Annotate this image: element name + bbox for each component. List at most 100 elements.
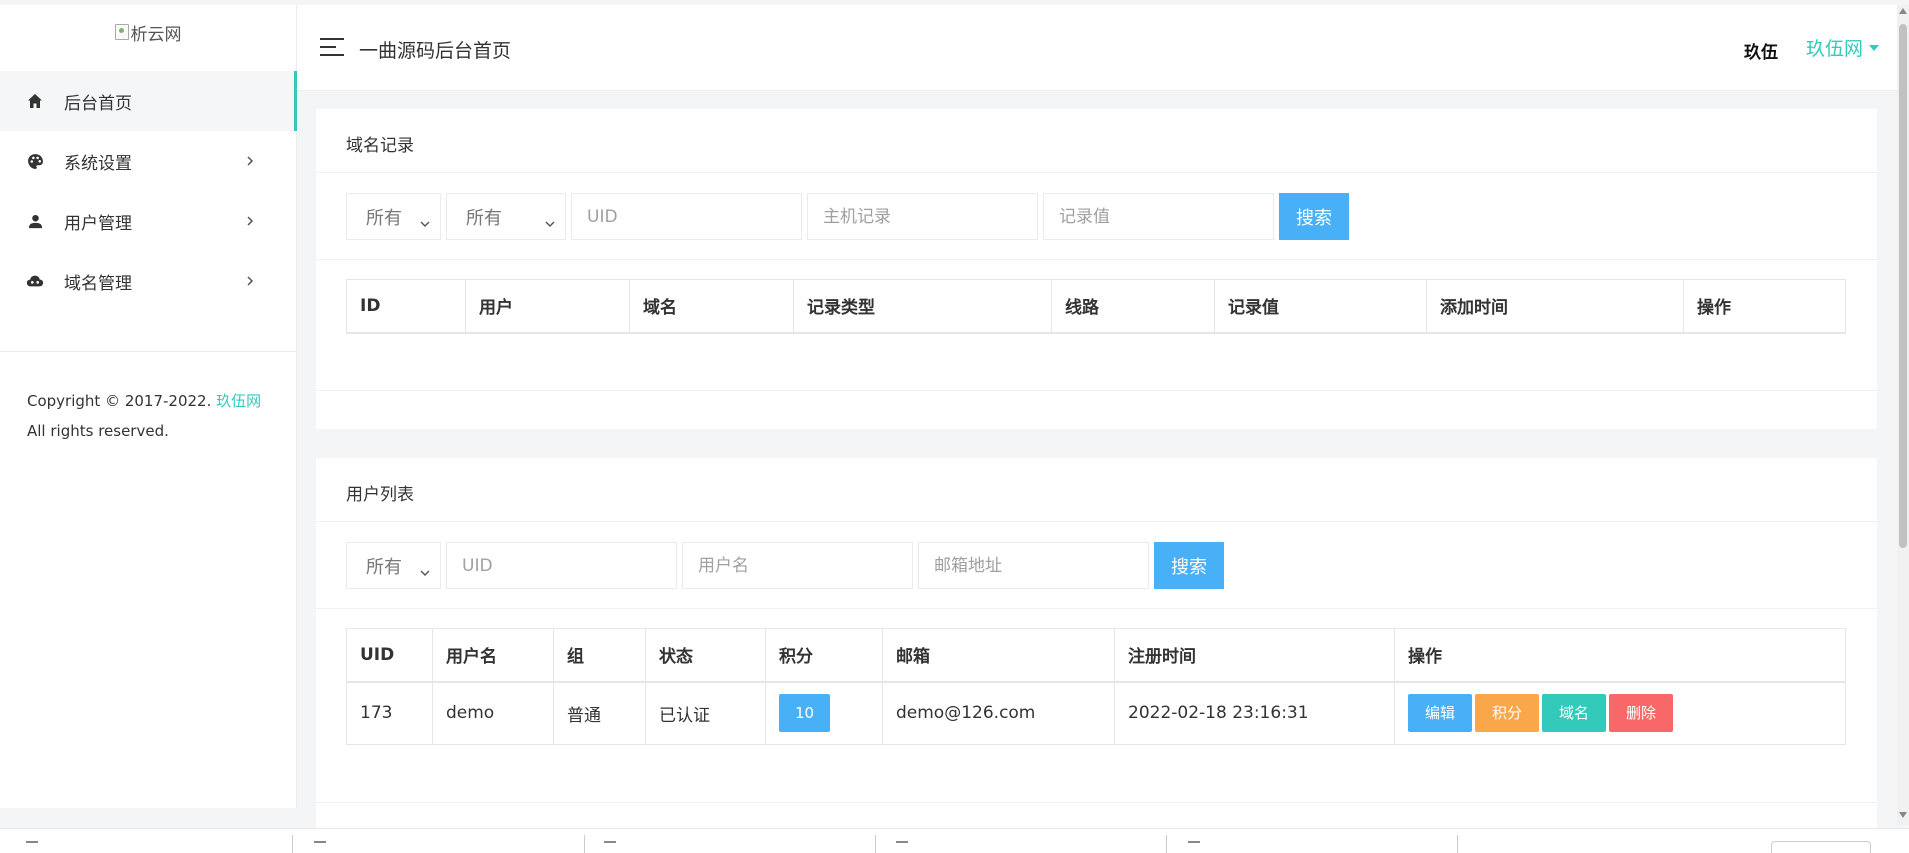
card-divider xyxy=(316,802,1877,803)
edit-button[interactable]: 编辑 xyxy=(1408,694,1472,733)
copyright-prefix: Copyright © 2017-2022. xyxy=(27,392,217,410)
site-dropdown-label: 玖伍网 xyxy=(1806,38,1864,60)
table-header-row: ID 用户 域名 记录类型 线路 记录值 添加时间 操作 xyxy=(346,279,1846,334)
column-header: UID xyxy=(346,628,433,683)
column-header: 邮箱 xyxy=(882,628,1115,683)
scrollbar-thumb[interactable] xyxy=(1899,24,1907,548)
sidebar-item-home[interactable]: 后台首页 xyxy=(0,71,297,131)
user-filter-row: 所有 搜索 xyxy=(346,542,1224,589)
cloud-icon xyxy=(26,272,44,290)
domain-host-input[interactable] xyxy=(807,193,1038,240)
column-header: 添加时间 xyxy=(1426,279,1684,334)
user-uid-input[interactable] xyxy=(446,542,677,589)
column-header: 操作 xyxy=(1394,628,1846,683)
user-filter-select[interactable]: 所有 xyxy=(346,542,441,589)
user-icon xyxy=(26,212,44,230)
cell-actions: 编辑 积分 域名 删除 xyxy=(1394,681,1846,745)
username-input[interactable] xyxy=(682,542,913,589)
sidebar-item-label: 后台首页 xyxy=(64,93,132,114)
domain-uid-input[interactable] xyxy=(571,193,802,240)
palette-icon xyxy=(26,152,44,170)
column-header: 记录值 xyxy=(1214,279,1427,334)
column-header: ID xyxy=(346,279,466,334)
stat-divider xyxy=(875,835,876,853)
table-header-row: UID 用户名 组 状态 积分 邮箱 注册时间 操作 xyxy=(346,628,1846,683)
copyright: Copyright © 2017-2022. 玖伍网 All rights re… xyxy=(0,352,296,446)
stat-icon xyxy=(604,841,616,843)
sidebar-item-user-management[interactable]: 用户管理 xyxy=(0,191,296,251)
logo-alt-text: 析云网 xyxy=(130,24,182,45)
home-icon xyxy=(26,92,44,110)
stat-icon xyxy=(1188,841,1200,843)
domain-value-input[interactable] xyxy=(1043,193,1274,240)
delete-button[interactable]: 删除 xyxy=(1609,694,1673,733)
column-header: 域名 xyxy=(629,279,794,334)
scroll-down-arrow-icon[interactable] xyxy=(1899,812,1907,818)
stat-divider xyxy=(1166,835,1167,853)
user-name[interactable]: 玖伍 xyxy=(1744,38,1778,63)
card-divider xyxy=(316,259,1877,260)
sidebar-item-label: 域名管理 xyxy=(64,273,132,294)
hamburger-menu-icon[interactable] xyxy=(320,37,346,57)
stat-divider xyxy=(584,835,585,853)
cell-status: 已认证 xyxy=(645,681,766,745)
user-search-button[interactable]: 搜索 xyxy=(1154,542,1224,589)
stat-icon xyxy=(26,841,38,843)
stat-divider xyxy=(292,835,293,853)
cell-uid: 173 xyxy=(346,681,433,745)
card-divider xyxy=(316,608,1877,609)
cell-registered: 2022-02-18 23:16:31 xyxy=(1114,681,1395,745)
chevron-right-icon xyxy=(242,213,258,229)
points-badge[interactable]: 10 xyxy=(779,694,830,733)
copyright-link[interactable]: 玖伍网 xyxy=(216,392,261,410)
sidebar-item-system-settings[interactable]: 系统设置 xyxy=(0,131,296,191)
domain-records-card: 域名记录 所有 所有 搜索 ID 用户 域名 记录类型 线路 记录值 添加时间 … xyxy=(316,109,1877,429)
column-header: 用户名 xyxy=(432,628,554,683)
sidebar-bottom-strip xyxy=(0,808,297,828)
chevron-down-icon xyxy=(545,213,555,227)
domain-button[interactable]: 域名 xyxy=(1542,694,1606,733)
column-header: 操作 xyxy=(1683,279,1846,334)
user-list-table: UID 用户名 组 状态 积分 邮箱 注册时间 操作 173 demo 普通 已… xyxy=(346,628,1846,745)
logo[interactable]: 析云网 xyxy=(0,5,296,71)
column-header: 组 xyxy=(553,628,646,683)
points-button[interactable]: 积分 xyxy=(1475,694,1539,733)
column-header: 用户 xyxy=(465,279,630,334)
bottom-stat-strip xyxy=(0,828,1909,853)
domain-filter-select-2[interactable]: 所有 xyxy=(446,193,566,240)
copyright-suffix: All rights reserved. xyxy=(27,422,169,440)
column-header: 记录类型 xyxy=(793,279,1052,334)
stat-icon xyxy=(314,841,326,843)
caret-down-icon xyxy=(1869,44,1880,51)
cell-points: 10 xyxy=(765,681,883,745)
email-input[interactable] xyxy=(918,542,1149,589)
chevron-down-icon xyxy=(420,213,430,227)
broken-image-icon xyxy=(114,24,129,40)
chevron-right-icon xyxy=(242,273,258,289)
column-header: 线路 xyxy=(1051,279,1215,334)
top-header: 一曲源码后台首页 玖伍 玖伍网 xyxy=(297,5,1897,91)
column-header: 注册时间 xyxy=(1114,628,1395,683)
domain-filter-select-1[interactable]: 所有 xyxy=(346,193,441,240)
card-title: 用户列表 xyxy=(316,458,1877,522)
stat-divider xyxy=(1457,835,1458,853)
sidebar: 析云网 后台首页 系统设置 用户管理 域名管理 Copyright © 2017… xyxy=(0,5,297,809)
sidebar-item-domain-management[interactable]: 域名管理 xyxy=(0,251,296,311)
cell-email: demo@126.com xyxy=(882,681,1115,745)
sidebar-item-label: 用户管理 xyxy=(64,213,132,234)
stat-icon xyxy=(896,841,908,843)
cell-username: demo xyxy=(432,681,554,745)
scroll-up-arrow-icon[interactable] xyxy=(1899,8,1907,14)
cell-group: 普通 xyxy=(553,681,646,745)
chevron-right-icon xyxy=(242,153,258,169)
domain-search-button[interactable]: 搜索 xyxy=(1279,193,1349,240)
table-row: 173 demo 普通 已认证 10 demo@126.com 2022-02-… xyxy=(346,681,1846,745)
page-title: 一曲源码后台首页 xyxy=(359,40,512,62)
site-dropdown[interactable]: 玖伍网 xyxy=(1806,34,1880,61)
domain-filter-row: 所有 所有 搜索 xyxy=(346,193,1349,240)
domain-records-table: ID 用户 域名 记录类型 线路 记录值 添加时间 操作 xyxy=(346,279,1846,334)
column-header: 积分 xyxy=(765,628,883,683)
user-list-card: 用户列表 所有 搜索 UID 用户名 组 状态 积分 邮箱 注册时间 操作 xyxy=(316,458,1877,828)
card-divider xyxy=(316,390,1877,391)
bottom-panel xyxy=(1771,841,1871,853)
